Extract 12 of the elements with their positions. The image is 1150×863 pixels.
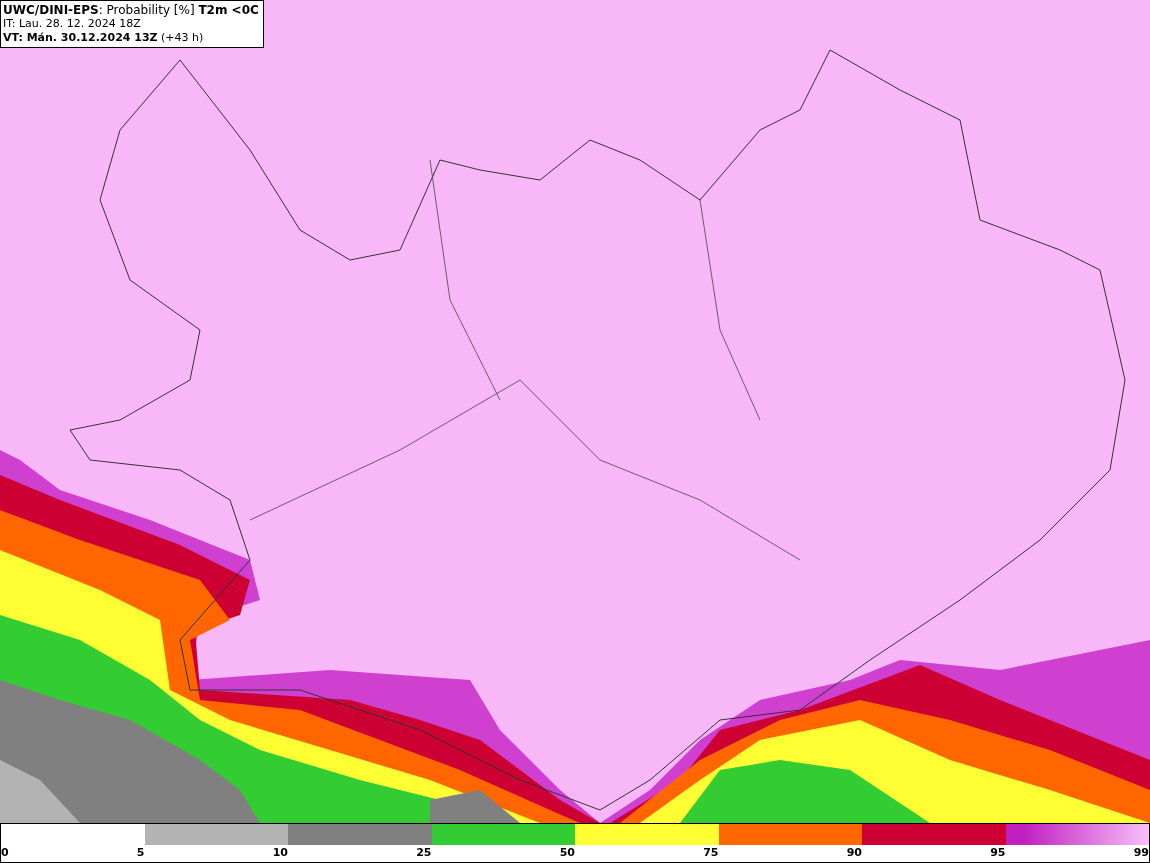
legend-label: 90 <box>846 845 862 860</box>
header-line: UWC/DINI-EPS: Probability [%] T2m <0C <box>3 3 259 17</box>
header-line: IT: Lau. 28. 12. 2024 18Z <box>3 17 142 31</box>
legend-label: 99 <box>1133 845 1149 860</box>
header-line: VT: Mán. 30.12.2024 13Z (+43 h) <box>3 31 205 45</box>
legend-label: 10 <box>272 845 288 860</box>
legend-label: 75 <box>703 845 719 860</box>
legend-label: 25 <box>416 845 432 860</box>
legend-label: 5 <box>136 845 145 860</box>
legend-label: 95 <box>990 845 1006 860</box>
legend-label: 0 <box>1 845 9 860</box>
legend-label: 50 <box>559 845 575 860</box>
